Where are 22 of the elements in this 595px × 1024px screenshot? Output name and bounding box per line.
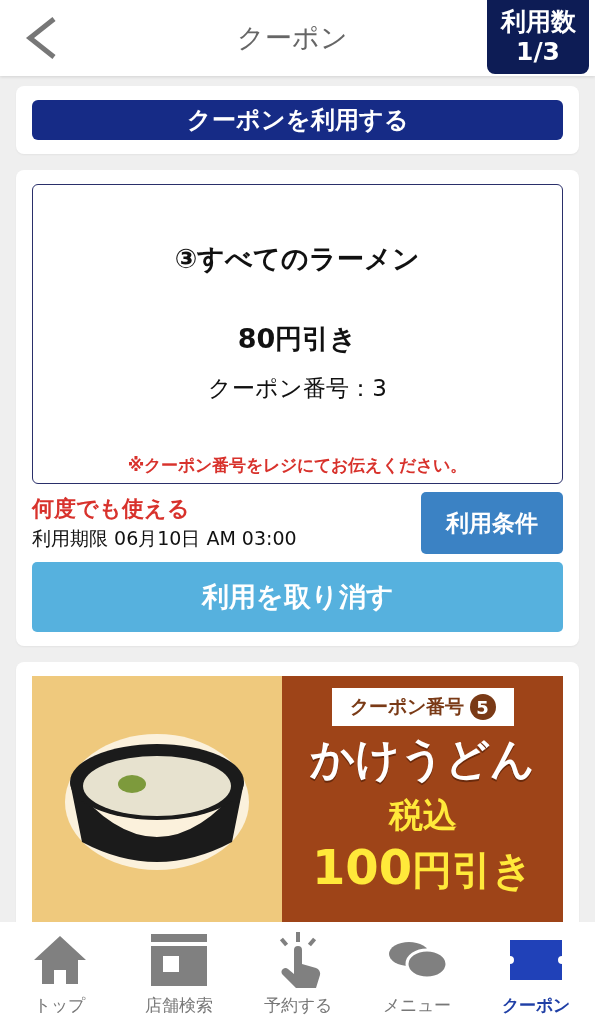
nav-tab[interactable]: 予約する: [238, 922, 357, 1024]
usage-counter: 利用数 1/3: [487, 0, 589, 74]
nav-tab[interactable]: 店舗検索: [119, 922, 238, 1024]
ribbon-number: 5: [469, 694, 496, 720]
coupon-notice: ※クーポン番号をレジにてお伝えください。: [127, 454, 468, 477]
coupon-number: クーポン番号：3: [208, 374, 387, 403]
nav-tab[interactable]: トップ: [0, 922, 119, 1024]
ribbon-text: クーポン番号: [349, 694, 464, 719]
page-title: クーポン: [236, 21, 349, 55]
expiry-date: 利用期限 06月10日 AM 03:00: [32, 526, 297, 551]
banner-tax-label: 税込: [388, 794, 457, 837]
banner-item-name: かけうどん: [310, 732, 535, 786]
use-coupon-button[interactable]: クーポンを利用する: [32, 100, 563, 140]
banner-discount: 100円引き: [311, 843, 534, 891]
nav-tab[interactable]: メニュー: [357, 922, 476, 1024]
cancel-use-button[interactable]: 利用を取り消す: [32, 562, 563, 632]
nav-tab[interactable]: クーポン: [476, 922, 595, 1024]
coupon-title: ③すべてのラーメン: [174, 242, 421, 276]
reusable-label: 何度でも使える: [32, 495, 191, 523]
coupon-discount: 80円引き: [237, 322, 358, 356]
back-icon[interactable]: [24, 16, 58, 60]
terms-button[interactable]: 利用条件: [421, 492, 563, 554]
